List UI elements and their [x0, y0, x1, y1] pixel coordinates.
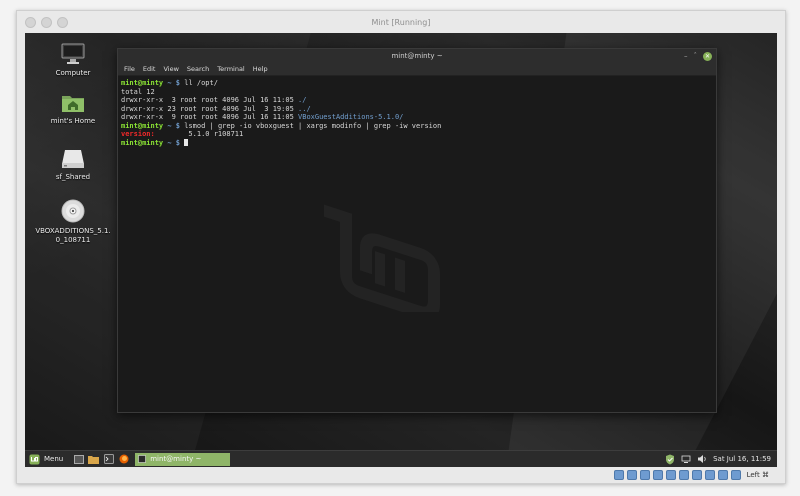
guest-desktop: Computer mint's Home sf_Shared VBOXADDIT… [25, 33, 777, 467]
terminal-line: drwxr-xr-x 23 root root 4096 Jul 3 19:05… [121, 105, 713, 114]
usb-icon[interactable] [665, 470, 676, 480]
virtualization-icon[interactable] [717, 470, 728, 480]
start-menu-button[interactable]: Menu [25, 454, 69, 465]
desktop-icon-label: mint's Home [50, 117, 96, 125]
desktop-icon-share[interactable]: sf_Shared [33, 147, 113, 182]
menu-file[interactable]: File [124, 65, 135, 73]
prompt-path: ~ $ [163, 79, 181, 87]
taskbar-task-label: mint@minty ~ [150, 455, 202, 463]
firefox-icon[interactable] [118, 454, 129, 465]
minimize-icon[interactable]: – [684, 51, 688, 61]
system-tray: Sat Jul 16, 11:59 [665, 454, 777, 465]
clock[interactable]: Sat Jul 16, 11:59 [713, 455, 771, 463]
prompt-path: ~ $ [163, 121, 181, 130]
menu-search[interactable]: Search [187, 65, 209, 73]
window-controls [25, 17, 68, 28]
show-desktop-icon[interactable] [73, 454, 84, 465]
close-icon[interactable]: ✕ [703, 51, 712, 61]
host-window-title: Mint [Running] [371, 17, 431, 27]
terminal-titlebar[interactable]: mint@minty ~ – ˆ ✕ [118, 49, 716, 63]
desktop-icon-label: Computer [55, 69, 91, 77]
terminal-line: drwxr-xr-x 3 root root 4096 Jul 16 11:05… [121, 96, 713, 105]
terminal-line: total 12 [121, 87, 155, 96]
terminal-title: mint@minty ~ [391, 52, 443, 60]
taskbar-terminal-task[interactable]: mint@minty ~ [135, 452, 231, 466]
version-key: version: [121, 130, 155, 138]
vm-statusbar: Left ⌘ [25, 467, 777, 483]
shared-folders-icon[interactable] [678, 470, 689, 480]
monitor-icon [33, 43, 113, 65]
task-terminal-icon [138, 455, 147, 463]
terminal-launcher-icon[interactable] [103, 454, 114, 465]
terminal-line: version: 5.1.0 r108711 [121, 130, 713, 139]
listing-text: drwxr-xr-x 23 root root 4096 Jul 3 19:05 [121, 104, 299, 113]
home-folder-icon [33, 91, 113, 113]
shield-icon[interactable] [665, 454, 675, 465]
desktop-icon-label: sf_Shared [55, 173, 91, 181]
prompt-user: mint@minty [121, 79, 164, 87]
menu-terminal[interactable]: Terminal [217, 65, 244, 73]
host-key-label: Left ⌘ [746, 471, 769, 479]
close-window-button[interactable] [25, 17, 36, 28]
drive-icon [33, 147, 113, 169]
disc-label-line-1: VBOXADDITIONS_5.1. [35, 227, 111, 235]
zoom-window-button[interactable] [57, 17, 68, 28]
terminal-output[interactable]: mint@minty ~ $ ll /opt/ total 12 drwxr-x… [118, 76, 716, 412]
hard-disk-icon[interactable] [613, 470, 624, 480]
listing-dir: VBoxGuestAdditions-5.1.0/ [298, 113, 404, 121]
host-titlebar: Mint [Running] [17, 11, 785, 33]
listing-text: drwxr-xr-x 3 root root 4096 Jul 16 11:05 [121, 96, 299, 104]
desktop-icon-label: VBOXADDITIONS_5.1. 0_108711 [33, 227, 113, 245]
mouse-integration-icon[interactable] [730, 470, 741, 480]
disc-label-line-2: 0_108711 [55, 236, 91, 244]
listing-dir: ../ [298, 104, 311, 113]
menu-view[interactable]: View [163, 65, 178, 73]
optical-drive-icon[interactable] [626, 470, 637, 480]
prompt-user: mint@minty [121, 121, 164, 130]
prompt-user: mint@minty [121, 138, 164, 147]
command-text: lsmod | grep -io vboxguest | xargs modin… [180, 121, 442, 130]
listing-text: drwxr-xr-x 9 root root 4096 Jul 16 11:05 [121, 113, 299, 121]
terminal-window[interactable]: mint@minty ~ – ˆ ✕ File Edit View Search… [117, 48, 717, 413]
desktop-icon-home[interactable]: mint's Home [33, 91, 113, 126]
start-menu-label: Menu [44, 455, 64, 463]
video-capture-icon[interactable] [704, 470, 715, 480]
network-adapter-icon[interactable] [652, 470, 663, 480]
terminal-line: mint@minty ~ $ lsmod | grep -io vboxgues… [121, 122, 713, 131]
prompt-path: ~ $ [163, 138, 181, 147]
text-cursor [184, 138, 189, 146]
listing-dir: ./ [298, 96, 307, 104]
terminal-line: mint@minty ~ $ [121, 138, 713, 148]
mint-menu-icon [29, 454, 40, 464]
terminal-line: mint@minty ~ $ ll /opt/ [121, 79, 713, 88]
terminal-line: drwxr-xr-x 9 root root 4096 Jul 16 11:05… [121, 113, 713, 122]
maximize-icon[interactable]: ˆ [694, 51, 698, 61]
version-value: 5.1.0 r108711 [154, 130, 244, 138]
menu-help[interactable]: Help [253, 65, 268, 73]
menu-edit[interactable]: Edit [143, 65, 156, 73]
display-icon[interactable] [691, 470, 702, 480]
desktop-icon-disc[interactable]: VBOXADDITIONS_5.1. 0_108711 [33, 199, 113, 245]
files-icon[interactable] [88, 454, 100, 465]
terminal-controls: – ˆ ✕ [684, 51, 712, 61]
audio-icon[interactable] [639, 470, 650, 480]
mint-logo-watermark [324, 204, 440, 312]
terminal-menubar: File Edit View Search Terminal Help [118, 63, 716, 76]
desktop-icon-computer[interactable]: Computer [33, 43, 113, 78]
virtualbox-window: Mint [Running] Computer mint's Home sf_S… [16, 10, 786, 484]
taskbar: Menu mint@minty ~ Sat Jul 16, 11:59 [25, 450, 777, 467]
disc-icon [33, 199, 113, 223]
volume-icon[interactable] [697, 454, 707, 464]
command-text: ll /opt/ [180, 79, 218, 87]
network-icon[interactable] [681, 454, 691, 464]
minimize-window-button[interactable] [41, 17, 52, 28]
